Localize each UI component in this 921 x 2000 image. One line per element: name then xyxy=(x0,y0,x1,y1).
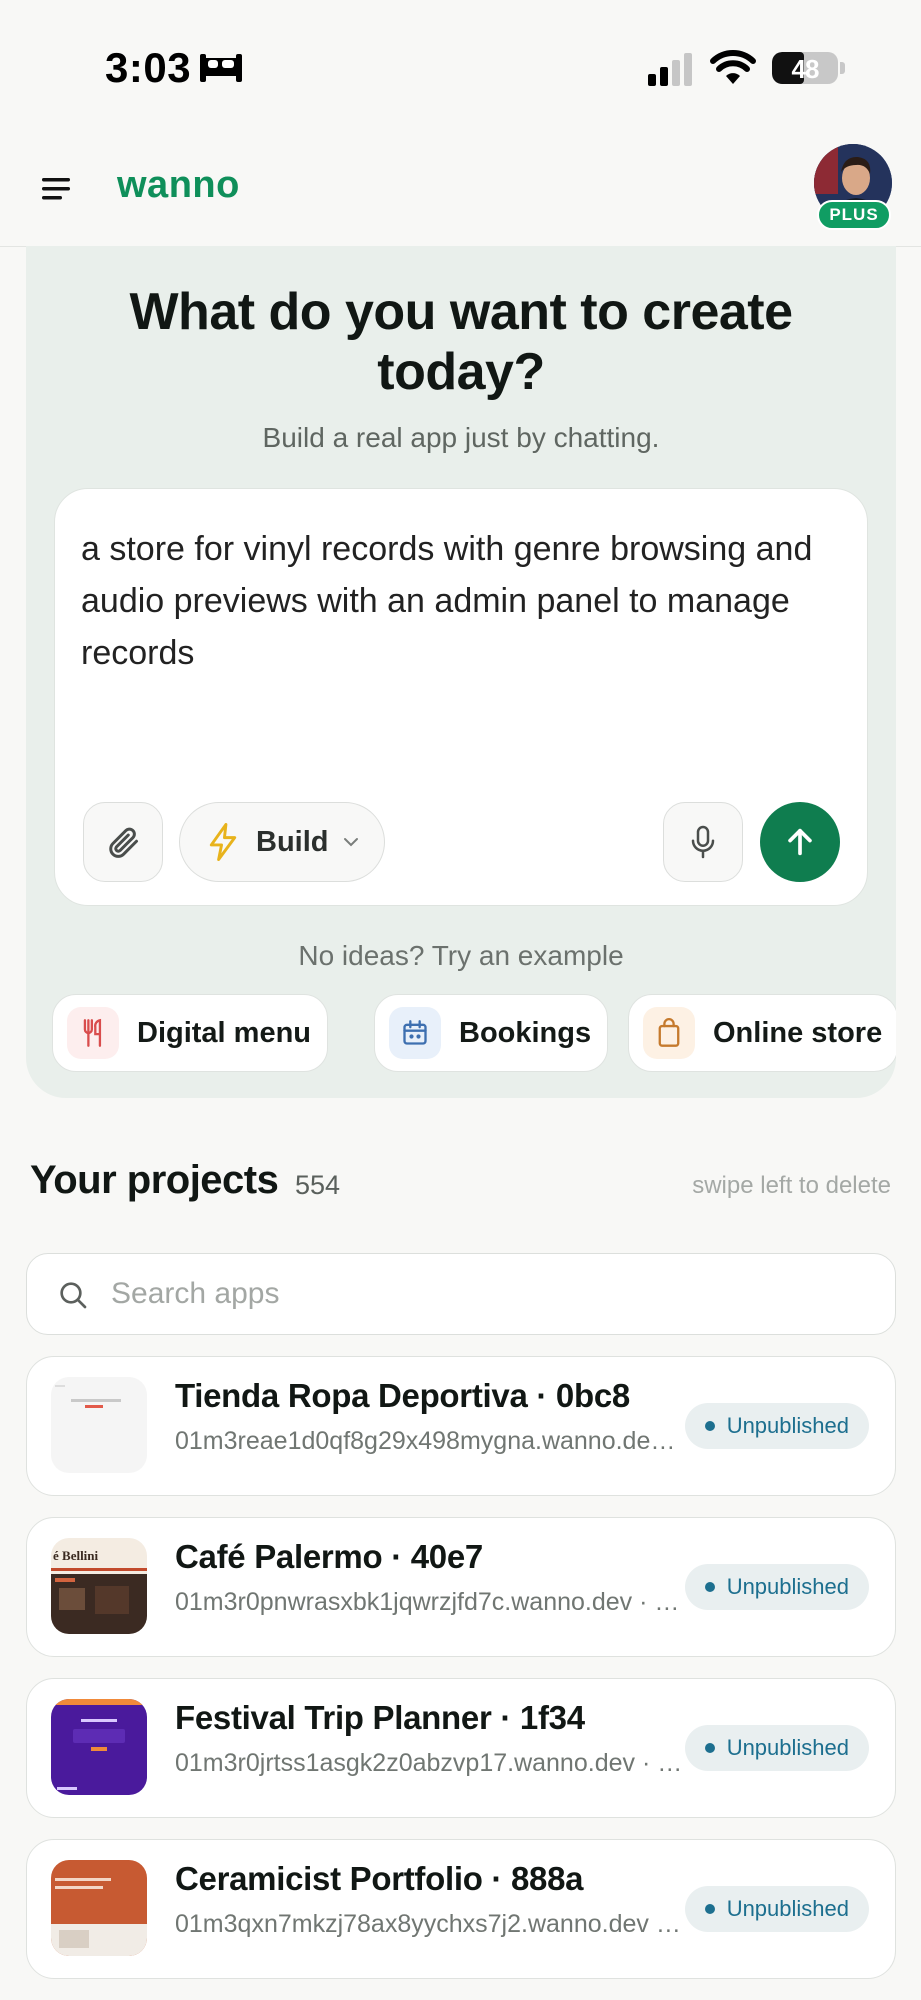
example-chip-bookings[interactable]: Bookings xyxy=(374,994,608,1072)
status-text: Unpublished xyxy=(726,1896,849,1921)
microphone-button[interactable] xyxy=(663,802,743,882)
search-box[interactable] xyxy=(26,1253,896,1335)
hero-title: What do you want to create today? xyxy=(129,283,793,401)
swipe-hint: swipe left to delete xyxy=(692,1172,891,1199)
status-dot xyxy=(704,1421,715,1431)
example-chips: Digital menu Bookings Online store xyxy=(52,994,896,1072)
build-mode-label: Build xyxy=(256,825,329,858)
project-url: 01m3r0pnwrasxbk1jqwrzjfd7c.wanno.dev · U… xyxy=(175,1588,685,1616)
profile-avatar-button[interactable]: PLUS xyxy=(814,144,892,230)
example-chip-online-store[interactable]: Online store xyxy=(628,994,896,1072)
menu-icon[interactable] xyxy=(40,176,74,202)
status-badge: Unpublished xyxy=(684,1725,869,1771)
status-dot xyxy=(704,1743,715,1753)
project-name: Tienda Ropa Deportiva · 0bc8 xyxy=(175,1377,630,1414)
project-row[interactable]: Tienda Ropa Deportiva · 0bc8 01m3reae1d0… xyxy=(26,1356,896,1496)
project-thumbnail xyxy=(51,1699,147,1795)
lightning-icon xyxy=(209,823,237,861)
status-time: 3:03 xyxy=(105,44,192,91)
chevron-down-icon xyxy=(343,838,358,847)
calendar-icon xyxy=(389,1007,441,1059)
search-input[interactable] xyxy=(111,1268,871,1320)
paperclip-icon xyxy=(109,827,138,858)
plan-badge: PLUS xyxy=(817,200,891,230)
status-text: Unpublished xyxy=(726,1735,849,1760)
project-name: Festival Trip Planner · 1f34 xyxy=(175,1699,585,1736)
prompt-input[interactable]: a store for vinyl records with genre bro… xyxy=(81,523,841,679)
project-url: 01m3reae1d0qf8g29x498mygna.wanno.dev · U… xyxy=(175,1427,685,1455)
utensils-icon xyxy=(67,1007,119,1059)
build-mode-dropdown[interactable]: Build xyxy=(179,802,385,882)
battery-icon: 48 xyxy=(772,52,838,84)
arrow-up-icon xyxy=(788,828,812,856)
status-text: Unpublished xyxy=(726,1413,849,1438)
bed-icon xyxy=(200,54,242,82)
project-name: Café Palermo · 40e7 xyxy=(175,1538,483,1575)
project-thumbnail xyxy=(51,1377,147,1473)
battery-cap xyxy=(840,62,845,74)
project-url: 01m3r0jrtss1asgk2z0abzvp17.wanno.dev · U… xyxy=(175,1749,685,1777)
prompt-input-box[interactable]: a store for vinyl records with genre bro… xyxy=(54,488,868,906)
project-thumbnail: é Bellini xyxy=(51,1538,147,1634)
project-name: Ceramicist Portfolio · 888a xyxy=(175,1860,584,1897)
example-chip-digital-menu[interactable]: Digital menu xyxy=(52,994,328,1072)
example-chip-label: Online store xyxy=(713,1016,883,1049)
send-button[interactable] xyxy=(760,802,840,882)
create-app-card: What do you want to create today? Build … xyxy=(26,246,896,1098)
status-bar: 3:03 48 xyxy=(0,0,921,130)
project-row[interactable]: Festival Trip Planner · 1f34 01m3r0jrtss… xyxy=(26,1678,896,1818)
microphone-icon xyxy=(691,825,715,859)
cellular-signal-icon xyxy=(648,53,692,86)
status-badge: Unpublished xyxy=(684,1403,869,1449)
search-icon xyxy=(60,1282,87,1309)
project-row[interactable]: é Bellini Café Palermo · 40e7 01m3r0pnwr… xyxy=(26,1517,896,1657)
status-badge: Unpublished xyxy=(684,1886,869,1932)
project-thumbnail xyxy=(51,1860,147,1956)
attach-button[interactable] xyxy=(83,802,163,882)
projects-count: 554 xyxy=(295,1170,341,1200)
example-chip-label: Bookings xyxy=(459,1016,592,1049)
status-text: Unpublished xyxy=(726,1574,849,1599)
status-dot xyxy=(704,1582,715,1592)
wifi-icon xyxy=(710,50,756,84)
examples-label: No ideas? Try an example xyxy=(298,940,624,971)
project-url: 01m3qxn7mkzj78ax8yychxs7j2.wanno.dev · U… xyxy=(175,1910,685,1938)
shopping-bag-icon xyxy=(643,1007,695,1059)
svg-text:é Bellini: é Bellini xyxy=(53,1548,99,1563)
battery-percent: 48 xyxy=(791,54,820,84)
top-nav: wanno PLUS xyxy=(0,130,921,247)
status-badge: Unpublished xyxy=(684,1564,869,1610)
brand-logo[interactable]: wanno xyxy=(117,164,240,207)
example-chip-label: Digital menu xyxy=(137,1016,312,1049)
projects-title: Your projects xyxy=(30,1158,279,1202)
project-row[interactable]: Ceramicist Portfolio · 888a 01m3qxn7mkzj… xyxy=(26,1839,896,1979)
status-dot xyxy=(704,1904,715,1914)
hero-subtitle: Build a real app just by chatting. xyxy=(262,422,660,453)
